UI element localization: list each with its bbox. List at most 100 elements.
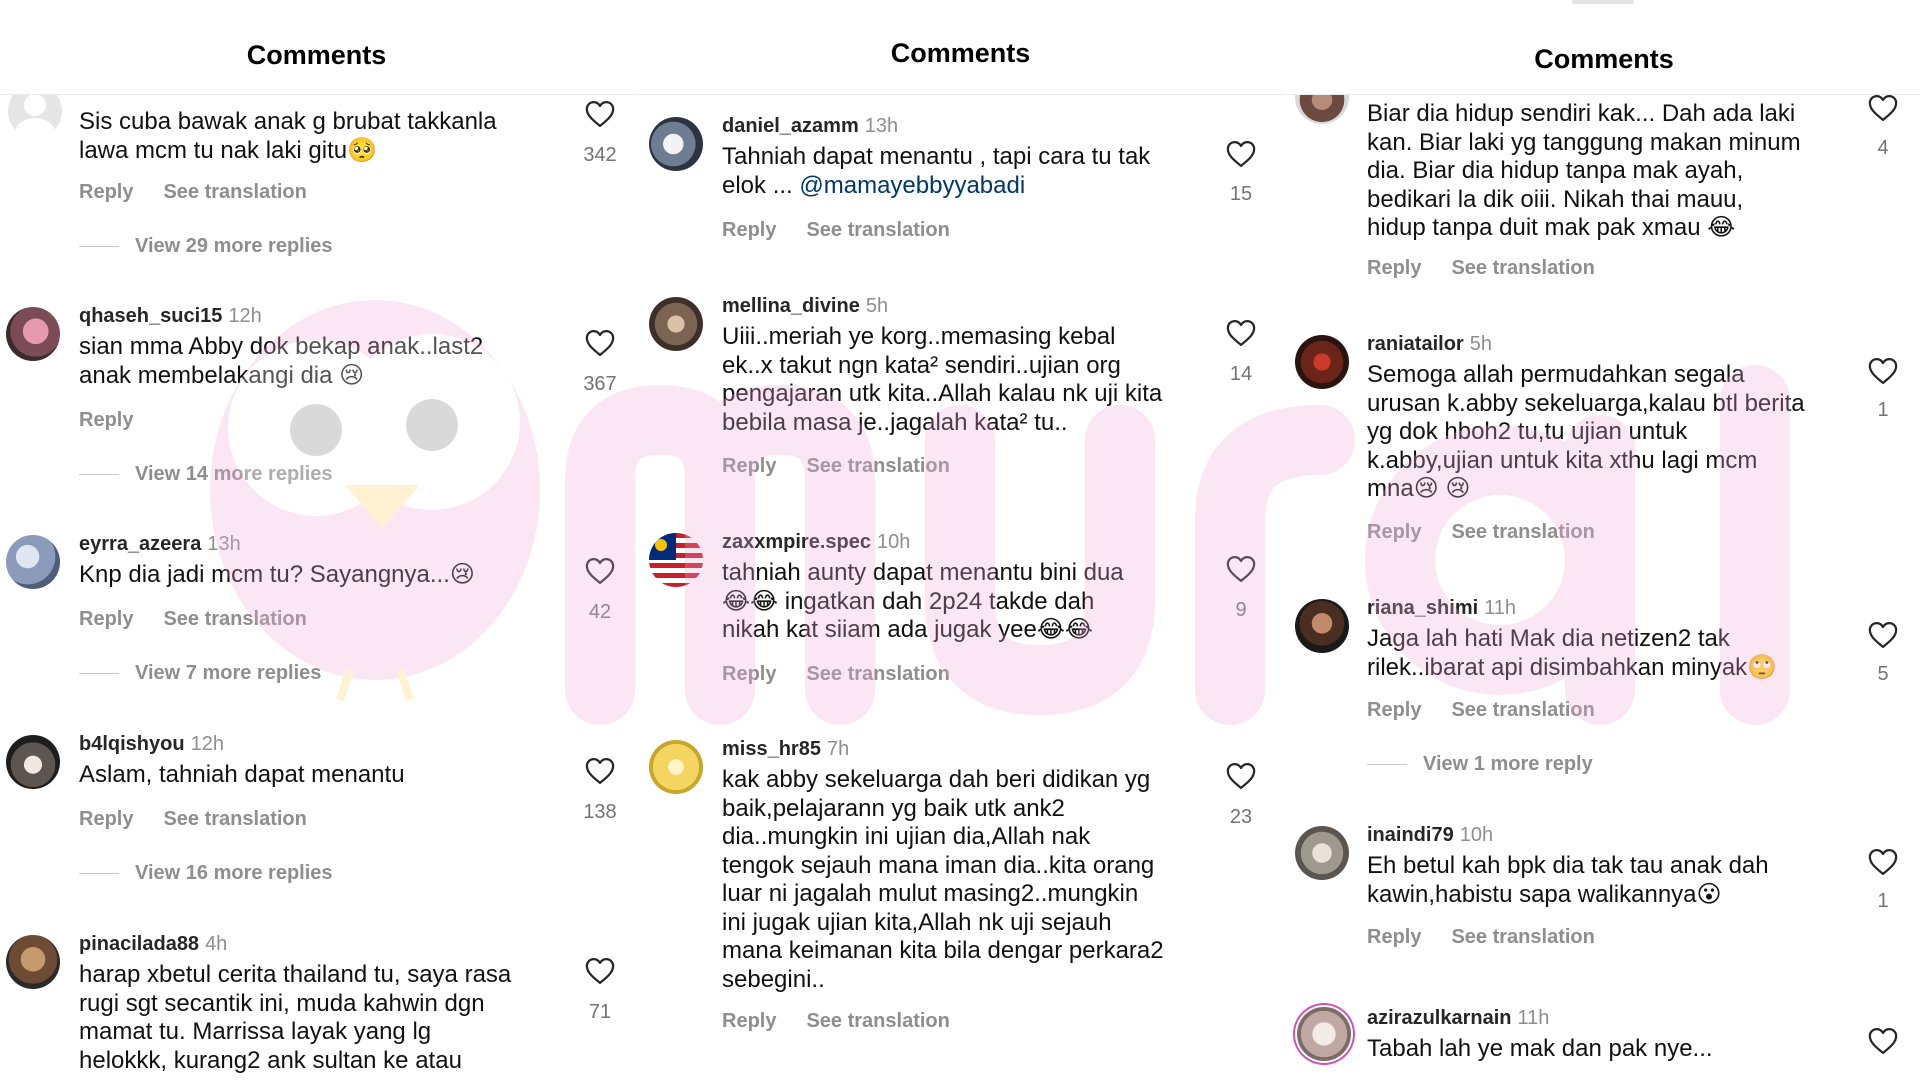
avatar[interactable] bbox=[1297, 1007, 1351, 1061]
heart-icon[interactable] bbox=[585, 329, 615, 357]
heart-icon[interactable] bbox=[1868, 1027, 1898, 1055]
heart-icon[interactable] bbox=[1868, 357, 1898, 385]
username[interactable]: zaxxmpire.spec bbox=[722, 531, 871, 553]
see-translation-button[interactable]: See translation bbox=[806, 663, 949, 685]
comment-actions: Reply See translation bbox=[1367, 521, 1625, 544]
comments-panel-1[interactable]: Comments Sis cuba bawak anak g brubat ta… bbox=[0, 0, 633, 1080]
see-translation-button[interactable]: See translation bbox=[806, 219, 949, 241]
divider bbox=[79, 673, 119, 675]
heart-icon[interactable] bbox=[585, 757, 615, 785]
username[interactable]: riana_shimi bbox=[1367, 597, 1478, 619]
heart-icon[interactable] bbox=[585, 100, 615, 128]
like-count: 42 bbox=[588, 601, 612, 623]
avatar[interactable] bbox=[1295, 335, 1349, 389]
avatar[interactable] bbox=[1295, 599, 1349, 653]
reply-button[interactable]: Reply bbox=[722, 455, 776, 477]
comment-text: kak abby sekeluarga dah beri didikan yg … bbox=[722, 766, 1164, 994]
reply-button[interactable]: Reply bbox=[1367, 926, 1421, 948]
username[interactable]: daniel_azamm bbox=[722, 115, 859, 137]
comment-text: Tahniah dapat menantu , tapi cara tu tak… bbox=[722, 143, 1150, 200]
reply-button[interactable]: Reply bbox=[79, 808, 133, 830]
reply-button[interactable]: Reply bbox=[722, 663, 776, 685]
username[interactable]: raniatailor bbox=[1367, 333, 1464, 355]
username[interactable]: eyrra_azeera bbox=[79, 533, 201, 555]
like-count: 1 bbox=[1877, 399, 1889, 421]
comment-meta: daniel_azamm 13h bbox=[722, 113, 898, 139]
heart-icon[interactable] bbox=[1868, 621, 1898, 649]
see-translation-button[interactable]: See translation bbox=[1451, 699, 1594, 721]
username[interactable]: inaindi79 bbox=[1367, 824, 1454, 846]
mention-link[interactable]: @mamayebbyyabadi bbox=[799, 172, 1025, 199]
reply-button[interactable]: Reply bbox=[79, 608, 133, 630]
comment-text-line: mna😢 😢 bbox=[1367, 475, 1471, 502]
avatar[interactable] bbox=[6, 935, 60, 989]
comment-meta: qhaseh_suci15 12h bbox=[79, 303, 262, 329]
reply-button[interactable]: Reply bbox=[79, 181, 133, 203]
avatar[interactable] bbox=[649, 533, 703, 587]
heart-icon[interactable] bbox=[1226, 319, 1256, 347]
comments-panel-2[interactable]: Comments daniel_azamm 13h Tahniah dapat m… bbox=[635, 0, 1286, 1080]
view-replies-button[interactable]: View 16 more replies bbox=[79, 862, 333, 885]
reply-button[interactable]: Reply bbox=[1367, 521, 1421, 543]
panel-title: Comments bbox=[1534, 44, 1674, 74]
drag-handle[interactable] bbox=[1572, 0, 1634, 4]
see-translation-button[interactable]: See translation bbox=[163, 808, 306, 830]
heart-icon[interactable] bbox=[1226, 555, 1256, 583]
heart-icon[interactable] bbox=[585, 957, 615, 985]
comment-text-line: 😂😂 ingatkan dah 2p24 takde dah bbox=[722, 587, 1095, 615]
comment-text-line: nikah kat siiam ada jugak yee😂😂 bbox=[722, 616, 1093, 643]
comment-text-line: lawa mcm tu nak laki gitu🥺 bbox=[79, 136, 377, 164]
heart-icon[interactable] bbox=[1226, 762, 1256, 790]
avatar[interactable] bbox=[1295, 826, 1349, 880]
view-replies-button[interactable]: View 14 more replies bbox=[79, 463, 333, 486]
reply-button[interactable]: Reply bbox=[1367, 257, 1421, 279]
heart-icon[interactable] bbox=[585, 557, 615, 585]
like-count: 4 bbox=[1877, 137, 1889, 159]
avatar[interactable] bbox=[649, 297, 703, 351]
comment-text-line: rugi sgt secantik ini, muda kahwin dgn bbox=[79, 989, 485, 1017]
see-translation-button[interactable]: See translation bbox=[1451, 521, 1594, 543]
comment-text-line: tahniah aunty dapat menantu bini dua bbox=[722, 559, 1124, 586]
see-translation-button[interactable]: See translation bbox=[1451, 926, 1594, 948]
divider bbox=[79, 474, 119, 476]
avatar[interactable] bbox=[649, 740, 703, 794]
heart-icon[interactable] bbox=[1868, 848, 1898, 876]
see-translation-button[interactable]: See translation bbox=[806, 1010, 949, 1032]
comment-text-line: Uiii..meriah ye korg..memasing kebal bbox=[722, 323, 1116, 350]
comment-actions: Reply See translation bbox=[79, 808, 337, 831]
reply-button[interactable]: Reply bbox=[79, 409, 133, 431]
comment-text-line: kan. Biar laki yg tanggung makan minum bbox=[1367, 128, 1801, 156]
username[interactable]: azirazulkarnain bbox=[1367, 1007, 1512, 1029]
see-translation-button[interactable]: See translation bbox=[163, 181, 306, 203]
heart-icon[interactable] bbox=[1226, 140, 1256, 168]
comments-panel-3[interactable]: Comments Biar dia hidup sendiri kak... D… bbox=[1288, 0, 1920, 1080]
view-replies-button[interactable]: View 29 more replies bbox=[79, 235, 333, 258]
view-replies-button[interactable]: View 7 more replies bbox=[79, 662, 321, 685]
view-replies-button[interactable]: View 1 more reply bbox=[1367, 753, 1593, 776]
username[interactable]: mellina_divine bbox=[722, 295, 860, 317]
username[interactable]: miss_hr85 bbox=[722, 738, 821, 760]
comment-text-line: Biar dia hidup sendiri kak... Dah ada la… bbox=[1367, 100, 1796, 127]
view-replies-label: View 29 more replies bbox=[135, 235, 333, 257]
comment-actions: Reply See translation bbox=[722, 455, 980, 478]
divider bbox=[1367, 764, 1407, 766]
see-translation-button[interactable]: See translation bbox=[806, 455, 949, 477]
heart-icon[interactable] bbox=[1868, 94, 1898, 122]
view-replies-label: View 14 more replies bbox=[135, 463, 333, 485]
reply-button[interactable]: Reply bbox=[1367, 699, 1421, 721]
like-count: 342 bbox=[583, 144, 617, 166]
comment-text-line: Semoga allah permudahkan segala bbox=[1367, 361, 1745, 388]
username[interactable]: pinacilada88 bbox=[79, 933, 199, 955]
username[interactable]: qhaseh_suci15 bbox=[79, 305, 222, 327]
reply-button[interactable]: Reply bbox=[722, 219, 776, 241]
see-translation-button[interactable]: See translation bbox=[163, 608, 306, 630]
avatar[interactable] bbox=[6, 735, 60, 789]
comment-text-line: Tabah lah ye mak dan pak nye... bbox=[1367, 1035, 1713, 1062]
reply-button[interactable]: Reply bbox=[722, 1010, 776, 1032]
username[interactable]: b4lqishyou bbox=[79, 733, 185, 755]
avatar[interactable] bbox=[649, 117, 703, 171]
comment-text-line: Eh betul kah bpk dia tak tau anak dah bbox=[1367, 852, 1769, 879]
avatar[interactable] bbox=[6, 307, 60, 361]
avatar[interactable] bbox=[6, 535, 60, 589]
see-translation-button[interactable]: See translation bbox=[1451, 257, 1594, 279]
